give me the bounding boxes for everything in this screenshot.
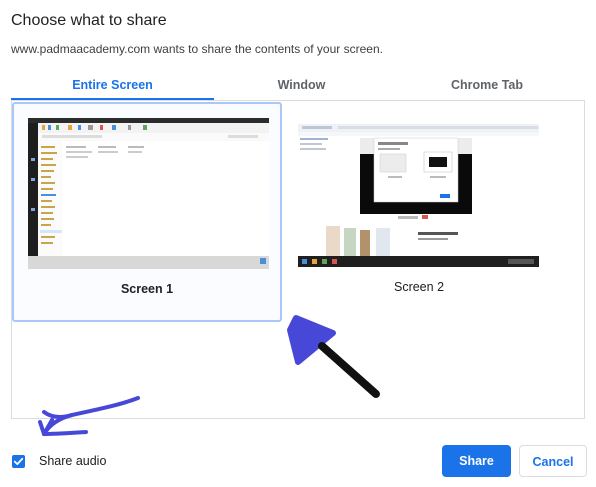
share-tabs: Entire Screen Window Chrome Tab [11,72,585,100]
tab-chrome-tab[interactable]: Chrome Tab [389,72,585,100]
screen-2-option[interactable]: Screen 2 [284,102,554,322]
share-button[interactable]: Share [442,445,511,477]
screen-2-thumbnail [298,116,539,267]
dialog-subtitle: www.padmaacademy.com wants to share the … [11,42,383,56]
screen-list-panel: Screen 1 Screen 2 [11,100,585,419]
screen-1-label: Screen 1 [120,282,174,296]
share-audio-checkbox[interactable] [12,455,25,468]
screen-2-label: Screen 2 [393,280,445,294]
screen-1-option[interactable]: Screen 1 [12,102,282,322]
tab-entire-screen[interactable]: Entire Screen [11,72,214,100]
cancel-button[interactable]: Cancel [519,445,587,477]
checkbox-checked-icon [13,457,24,465]
screen-1-thumbnail [28,118,269,269]
dialog-title: Choose what to share [11,12,167,29]
tab-window[interactable]: Window [214,72,389,100]
share-audio-label: Share audio [39,454,107,468]
